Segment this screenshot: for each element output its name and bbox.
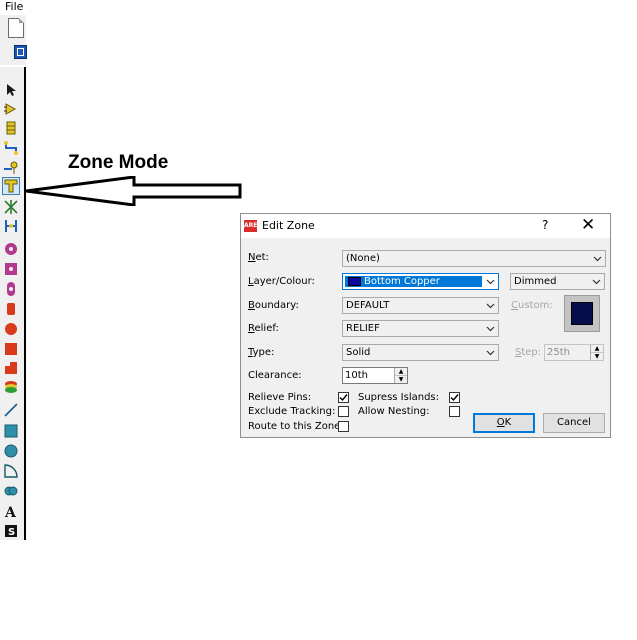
clearance-label: Clearance: (248, 370, 302, 381)
padstack-icon[interactable] (2, 378, 20, 396)
svg-text:A: A (4, 505, 17, 518)
step-field[interactable]: ▲▼ (544, 344, 604, 361)
exclude-tracking-label: Exclude Tracking: (248, 406, 336, 417)
clearance-spinner[interactable]: ▲ ▼ (394, 368, 407, 383)
track-mode-icon[interactable] (2, 139, 20, 157)
round-pad-icon[interactable] (2, 240, 20, 258)
custom-colour-swatch (571, 302, 593, 325)
ok-button[interactable]: OK (473, 413, 535, 433)
ares-app-icon: ARES (244, 220, 262, 232)
relief-select[interactable]: RELIEF (342, 320, 499, 337)
square-pad-icon[interactable] (2, 260, 20, 278)
top-toolbar (0, 15, 27, 65)
circle-graphics-icon[interactable] (2, 442, 20, 460)
layer-colour-swatch (348, 277, 361, 286)
boundary-label: Boundary: (248, 300, 299, 311)
grid-icon[interactable] (14, 45, 27, 59)
custom-label: Custom: (511, 300, 553, 311)
rectangular-smt-pad-icon[interactable] (2, 340, 20, 358)
dialog-title: Edit Zone (262, 219, 315, 232)
step-label: Step: (515, 347, 542, 358)
via-mode-icon[interactable] (2, 158, 20, 176)
net-label: Net: (248, 252, 269, 263)
edge-connector-pad-icon[interactable] (2, 300, 20, 318)
supress-islands-checkbox[interactable] (449, 392, 460, 403)
new-file-icon[interactable] (8, 18, 24, 38)
type-label: Type: (248, 347, 275, 358)
component-mode-icon[interactable] (2, 100, 20, 118)
allow-nesting-checkbox[interactable] (449, 406, 460, 417)
annotation-arrow (25, 176, 242, 206)
checkmark-icon (450, 394, 459, 402)
supress-islands-label: Supress Islands: (358, 392, 440, 403)
chevron-down-icon (486, 350, 495, 356)
chevron-down-icon (593, 256, 602, 262)
mode-toolbar: A S (0, 67, 25, 540)
file-menu[interactable]: File (5, 0, 23, 13)
relieve-pins-checkbox[interactable] (338, 392, 349, 403)
select-mode-icon[interactable] (2, 81, 20, 99)
symbol-icon[interactable]: S (2, 522, 20, 540)
clearance-field[interactable]: ▲▼ (342, 367, 408, 384)
connectivity-highlight-icon[interactable] (2, 217, 20, 235)
relieve-pins-label: Relieve Pins: (248, 392, 312, 403)
zone-mode-icon[interactable] (2, 177, 20, 195)
chevron-down-icon (486, 303, 495, 309)
ratsnest-mode-icon[interactable] (2, 198, 20, 216)
svg-text:S: S (8, 527, 15, 538)
dialog-titlebar[interactable]: ARES Edit Zone ? ✕ (241, 214, 610, 238)
box-graphics-icon[interactable] (2, 422, 20, 440)
chevron-down-icon (486, 326, 495, 332)
boundary-select[interactable]: DEFAULT (342, 297, 499, 314)
polygonal-pad-icon[interactable] (2, 359, 20, 377)
window-edge (24, 67, 26, 540)
route-to-zone-label: Route to this Zone: (248, 421, 344, 432)
edit-zone-dialog: ARES Edit Zone ? ✕ Net: (None) Layer/Col… (240, 213, 611, 438)
line-graphics-icon[interactable] (2, 401, 20, 419)
dil-pad-icon[interactable] (2, 280, 20, 298)
closed-path-icon[interactable] (2, 482, 20, 500)
chevron-down-icon (592, 279, 601, 285)
dimmed-select[interactable]: Dimmed (510, 273, 605, 290)
net-select[interactable]: (None) (342, 250, 606, 267)
arc-graphics-icon[interactable] (2, 462, 20, 480)
help-button[interactable]: ? (542, 218, 548, 232)
checkmark-icon (339, 394, 348, 402)
annotation-label: Zone Mode (68, 152, 169, 173)
exclude-tracking-checkbox[interactable] (338, 406, 349, 417)
close-button[interactable]: ✕ (581, 215, 595, 235)
layer-colour-label: Layer/Colour: (248, 276, 315, 287)
relief-label: Relief: (248, 323, 279, 334)
chevron-down-icon (486, 279, 495, 285)
type-select[interactable]: Solid (342, 344, 499, 361)
text-icon[interactable]: A (2, 502, 20, 520)
custom-colour-button[interactable] (564, 295, 600, 332)
allow-nesting-label: Allow Nesting: (358, 406, 430, 417)
step-spinner[interactable]: ▲ ▼ (590, 345, 603, 360)
circular-smt-pad-icon[interactable] (2, 320, 20, 338)
package-mode-icon[interactable] (2, 119, 20, 137)
cancel-button[interactable]: Cancel (543, 413, 605, 433)
route-to-zone-checkbox[interactable] (338, 421, 349, 432)
layer-colour-select[interactable]: Bottom Copper (342, 273, 499, 290)
